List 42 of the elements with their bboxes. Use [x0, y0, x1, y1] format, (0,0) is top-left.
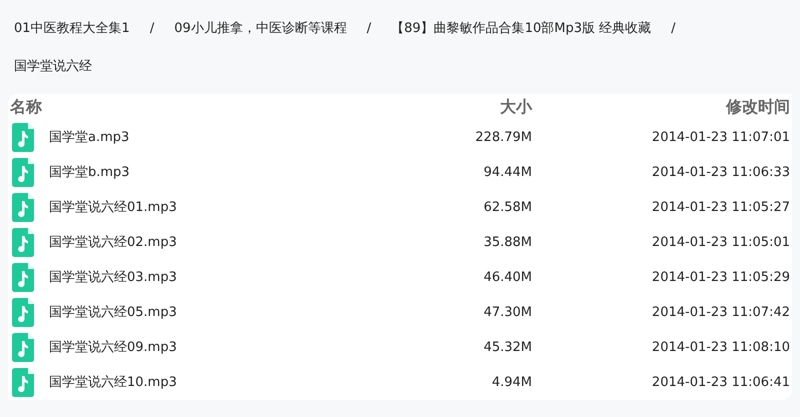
- column-header[interactable]: 大小: [382, 95, 532, 119]
- column-header[interactable]: 修改时间: [532, 95, 790, 119]
- breadcrumb-separator: /: [148, 20, 156, 38]
- modified-time: 2014-01-23 11:08:10: [650, 338, 790, 357]
- modified-time: 2014-01-23 11:06:41: [650, 374, 790, 392]
- file-size: 4.94M: [490, 374, 532, 392]
- modified-time: 2014-01-23 11:05:29: [650, 268, 790, 287]
- file-name[interactable]: 国学堂说六经05.mp3: [49, 302, 177, 322]
- music-file-icon: [12, 263, 34, 292]
- file-size: 62.58M: [482, 198, 532, 217]
- breadcrumb-link[interactable]: 09小儿推拿，中医诊断等课程: [174, 11, 347, 47]
- file-name[interactable]: 国学堂说六经10.mp3: [49, 372, 177, 392]
- music-file-icon: [12, 228, 34, 257]
- music-file-icon: [12, 158, 34, 187]
- modified-time: 2014-01-23 11:07:01: [650, 128, 790, 147]
- file-name[interactable]: 国学堂说六经02.mp3: [49, 232, 177, 252]
- modified-time: 2014-01-23 11:05:01: [650, 234, 790, 252]
- file-size: 46.40M: [482, 268, 532, 287]
- file-size: 35.88M: [482, 234, 532, 252]
- modified-time: 2014-01-23 11:06:33: [650, 164, 790, 182]
- music-file-icon: [12, 193, 34, 222]
- breadcrumb-link[interactable]: 01中医教程大全集1: [14, 11, 130, 47]
- file-name[interactable]: 国学堂说六经03.mp3: [49, 268, 177, 288]
- breadcrumb-separator: /: [670, 20, 677, 38]
- music-file-icon: [12, 123, 34, 152]
- file-name[interactable]: 国学堂说六经09.mp3: [49, 338, 177, 358]
- music-file-icon: [12, 333, 34, 362]
- file-size: 228.79M: [474, 128, 532, 147]
- file-size: 45.32M: [482, 338, 532, 357]
- music-file-icon: [12, 368, 34, 397]
- modified-time: 2014-01-23 11:07:42: [650, 304, 790, 322]
- modified-time: 2014-01-23 11:05:27: [650, 198, 790, 217]
- breadcrumb-link[interactable]: 国学堂说六经: [14, 49, 92, 85]
- file-size: 94.44M: [482, 164, 532, 182]
- column-header[interactable]: 名称: [8, 95, 382, 119]
- file-name[interactable]: 国学堂说六经01.mp3: [49, 198, 177, 218]
- breadcrumb-link[interactable]: 【89】曲黎敏作品合集10部Mp3版 经典收藏: [391, 11, 652, 47]
- breadcrumb-separator: /: [366, 20, 372, 38]
- file-name[interactable]: 国学堂b.mp3: [49, 162, 130, 182]
- file-name[interactable]: 国学堂a.mp3: [49, 128, 130, 148]
- music-file-icon: [12, 298, 34, 327]
- file-size: 47.30M: [482, 304, 532, 322]
